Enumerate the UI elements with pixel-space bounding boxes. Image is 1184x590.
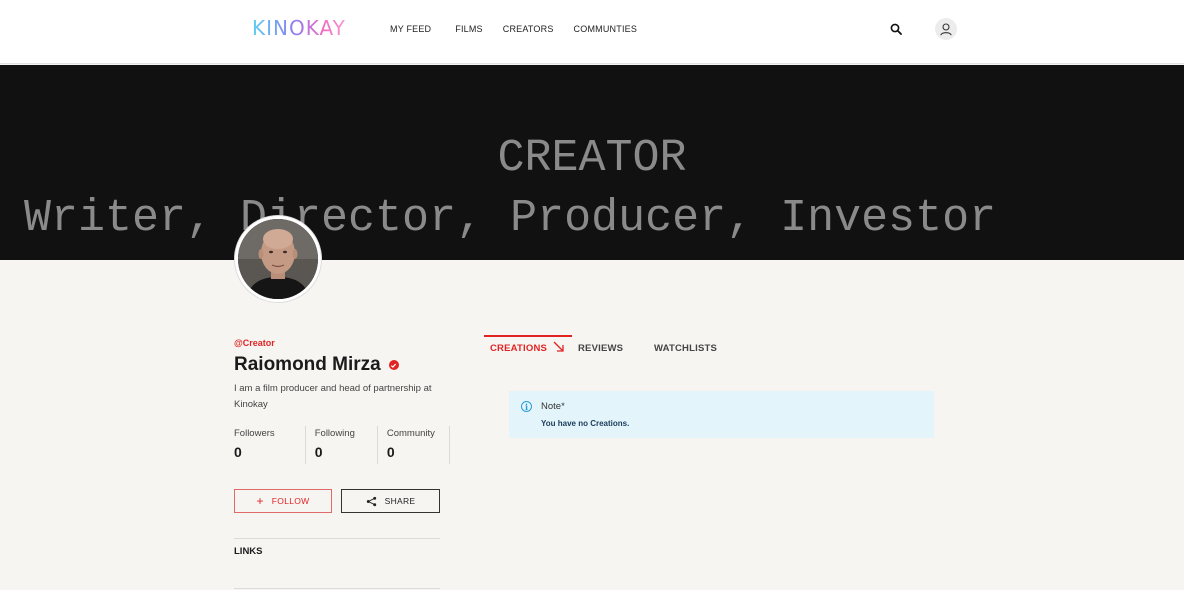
main-nav: MY FEED FILMS CREATORS COMMUNTIES	[390, 24, 657, 34]
top-navigation-bar: KINOKAY MY FEED FILMS CREATORS COMMUNTIE…	[0, 0, 1184, 64]
active-tab-indicator	[484, 335, 572, 337]
stat-value: 0	[314, 444, 323, 460]
banner-roles: Writer, Director, Producer, Investor	[24, 193, 997, 244]
nav-films[interactable]: FILMS	[455, 24, 483, 34]
nav-communities[interactable]: COMMUNTIES	[574, 24, 638, 34]
arrow-down-right-icon	[553, 341, 564, 352]
stat-label: Following	[314, 428, 355, 439]
follow-label: FOLLOW	[271, 496, 310, 506]
note-message: You have no Creations.	[541, 419, 630, 428]
links-heading: LINKS	[234, 546, 263, 557]
divider	[234, 588, 440, 589]
divider	[234, 538, 440, 539]
kinokay-logo[interactable]: KINOKAY	[252, 16, 346, 40]
verified-icon	[388, 360, 399, 370]
account-button[interactable]	[935, 18, 957, 40]
stat-community[interactable]: Community 0	[378, 426, 450, 464]
user-icon	[940, 23, 952, 36]
share-button[interactable]: SHARE	[341, 489, 440, 513]
plus-icon: +	[256, 494, 264, 508]
follow-button[interactable]: + FOLLOW	[234, 489, 332, 513]
tab-watchlists[interactable]: WATCHLISTS	[654, 343, 717, 354]
stat-label: Followers	[234, 428, 275, 439]
avatar[interactable]	[235, 216, 321, 302]
stat-following[interactable]: Following 0	[306, 426, 378, 464]
search-button[interactable]	[885, 18, 907, 40]
info-icon: i	[521, 401, 532, 412]
nav-creators[interactable]: CREATORS	[503, 24, 554, 34]
nav-my-feed[interactable]: MY FEED	[390, 24, 431, 34]
stat-label: Community	[386, 428, 435, 439]
profile-name-row: Raiomond Mirza	[234, 354, 399, 376]
info-note: i Note* You have no Creations.	[509, 391, 934, 438]
tab-reviews[interactable]: REVIEWS	[578, 343, 623, 354]
profile-photo	[238, 219, 318, 299]
stat-followers[interactable]: Followers 0	[234, 426, 306, 464]
stat-value: 0	[234, 444, 242, 460]
profile-name: Raiomond Mirza	[234, 354, 381, 375]
tab-creations[interactable]: CREATIONS	[490, 343, 547, 354]
creator-handle: @Creator	[234, 338, 275, 348]
note-title: Note*	[541, 401, 565, 412]
share-label: SHARE	[384, 496, 416, 506]
creator-banner: CREATOR Writer, Director, Producer, Inve…	[0, 65, 1184, 260]
share-icon	[366, 496, 376, 506]
stat-value: 0	[386, 444, 395, 460]
profile-stats: Followers 0 Following 0 Community 0	[234, 426, 450, 464]
search-icon	[890, 23, 902, 35]
banner-title: CREATOR	[497, 133, 687, 184]
profile-bio: I am a film producer and head of partner…	[234, 383, 432, 410]
